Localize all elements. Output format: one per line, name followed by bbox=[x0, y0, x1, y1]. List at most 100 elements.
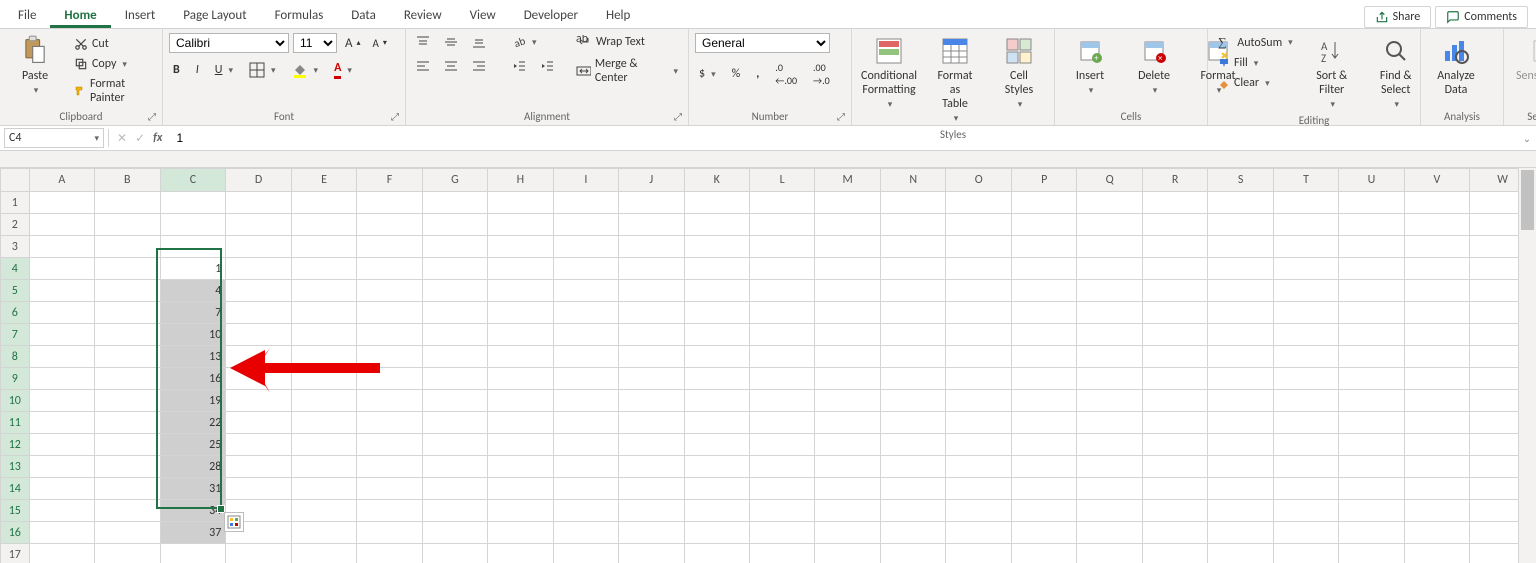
align-left-button[interactable] bbox=[412, 57, 434, 75]
cell[interactable] bbox=[422, 324, 487, 346]
enter-formula-button[interactable]: ✓ bbox=[135, 131, 145, 146]
cell[interactable] bbox=[1208, 412, 1273, 434]
cell[interactable] bbox=[619, 434, 684, 456]
cell[interactable] bbox=[1339, 214, 1404, 236]
cell[interactable] bbox=[357, 214, 422, 236]
autosum-button[interactable]: ∑ AutoSum▾ bbox=[1214, 33, 1297, 52]
cell[interactable] bbox=[226, 236, 291, 258]
cell[interactable] bbox=[29, 390, 94, 412]
cell[interactable] bbox=[619, 258, 684, 280]
cell[interactable] bbox=[488, 390, 553, 412]
cell[interactable] bbox=[488, 302, 553, 324]
cell[interactable] bbox=[880, 368, 945, 390]
merge-center-button[interactable]: Merge & Center▾ bbox=[572, 55, 682, 87]
cell[interactable] bbox=[946, 214, 1012, 236]
cell[interactable] bbox=[29, 434, 94, 456]
cell[interactable] bbox=[95, 522, 160, 544]
cell[interactable] bbox=[226, 324, 291, 346]
cell[interactable] bbox=[29, 302, 94, 324]
column-header[interactable]: R bbox=[1142, 169, 1207, 192]
cell[interactable] bbox=[291, 324, 356, 346]
cell[interactable] bbox=[1273, 522, 1338, 544]
cell[interactable] bbox=[619, 214, 684, 236]
cell[interactable] bbox=[1011, 324, 1076, 346]
align-center-button[interactable] bbox=[440, 57, 462, 75]
cell[interactable] bbox=[946, 368, 1012, 390]
accounting-format-button[interactable]: $▾ bbox=[695, 65, 720, 83]
cell[interactable] bbox=[1142, 258, 1207, 280]
row-header[interactable]: 12 bbox=[1, 434, 30, 456]
cell[interactable] bbox=[357, 544, 422, 563]
column-header[interactable]: N bbox=[880, 169, 945, 192]
row-header[interactable]: 14 bbox=[1, 478, 30, 500]
cell[interactable] bbox=[749, 324, 814, 346]
cell[interactable] bbox=[553, 236, 618, 258]
cell[interactable] bbox=[1339, 390, 1404, 412]
cell[interactable] bbox=[1011, 346, 1076, 368]
cell[interactable] bbox=[684, 346, 749, 368]
cell[interactable]: 16 bbox=[160, 368, 226, 390]
decrease-font-button[interactable]: A▾ bbox=[369, 35, 391, 52]
cell[interactable] bbox=[1208, 280, 1273, 302]
cell[interactable] bbox=[1142, 500, 1207, 522]
autofill-options-button[interactable] bbox=[224, 512, 244, 532]
cell[interactable] bbox=[1404, 412, 1469, 434]
cell[interactable] bbox=[226, 214, 291, 236]
cell[interactable] bbox=[1404, 368, 1469, 390]
cell[interactable] bbox=[619, 324, 684, 346]
cell[interactable] bbox=[1011, 390, 1076, 412]
cell[interactable] bbox=[749, 346, 814, 368]
cell[interactable] bbox=[357, 478, 422, 500]
cell[interactable] bbox=[880, 236, 945, 258]
cell[interactable] bbox=[29, 280, 94, 302]
cell[interactable] bbox=[946, 522, 1012, 544]
orientation-button[interactable]: ab▾ bbox=[508, 33, 541, 51]
cell[interactable] bbox=[1404, 522, 1469, 544]
cell[interactable]: 31 bbox=[160, 478, 226, 500]
cell[interactable] bbox=[29, 214, 94, 236]
cell[interactable] bbox=[1404, 390, 1469, 412]
cell[interactable] bbox=[1011, 500, 1076, 522]
cell[interactable] bbox=[684, 390, 749, 412]
cell[interactable] bbox=[1208, 214, 1273, 236]
cell[interactable] bbox=[1011, 544, 1076, 563]
cell[interactable] bbox=[1077, 434, 1143, 456]
formula-input[interactable] bbox=[170, 129, 1518, 147]
row-header[interactable]: 5 bbox=[1, 280, 30, 302]
cell[interactable] bbox=[95, 346, 160, 368]
cell[interactable] bbox=[357, 258, 422, 280]
cell[interactable] bbox=[160, 214, 226, 236]
cell[interactable] bbox=[226, 192, 291, 214]
cell[interactable] bbox=[684, 302, 749, 324]
cell[interactable] bbox=[1273, 390, 1338, 412]
cell[interactable] bbox=[226, 412, 291, 434]
format-painter-button[interactable]: Format Painter bbox=[70, 75, 156, 107]
column-header[interactable]: F bbox=[357, 169, 422, 192]
cell[interactable] bbox=[946, 390, 1012, 412]
cell[interactable] bbox=[488, 258, 553, 280]
cell[interactable] bbox=[29, 500, 94, 522]
cell[interactable] bbox=[1339, 258, 1404, 280]
cell[interactable] bbox=[422, 346, 487, 368]
cell[interactable] bbox=[1339, 544, 1404, 563]
worksheet-grid[interactable]: ABCDEFGHIJKLMNOPQRSTUVW12341546771081391… bbox=[0, 168, 1536, 563]
cell[interactable] bbox=[422, 192, 487, 214]
cell[interactable] bbox=[619, 390, 684, 412]
cell[interactable] bbox=[749, 478, 814, 500]
cell[interactable] bbox=[815, 324, 881, 346]
cell[interactable] bbox=[1011, 258, 1076, 280]
cell[interactable] bbox=[95, 258, 160, 280]
align-bottom-button[interactable] bbox=[468, 33, 490, 51]
cell[interactable] bbox=[357, 434, 422, 456]
cell[interactable] bbox=[1011, 192, 1076, 214]
delete-cells-button[interactable]: ×Delete▾ bbox=[1125, 33, 1183, 98]
cell[interactable] bbox=[749, 214, 814, 236]
vertical-scrollbar[interactable] bbox=[1518, 168, 1536, 563]
decrease-indent-button[interactable] bbox=[508, 57, 530, 75]
cell[interactable] bbox=[1273, 324, 1338, 346]
cell[interactable] bbox=[291, 390, 356, 412]
cell[interactable] bbox=[1142, 192, 1207, 214]
cell[interactable] bbox=[1077, 412, 1143, 434]
cell[interactable] bbox=[29, 522, 94, 544]
cell[interactable] bbox=[1077, 258, 1143, 280]
